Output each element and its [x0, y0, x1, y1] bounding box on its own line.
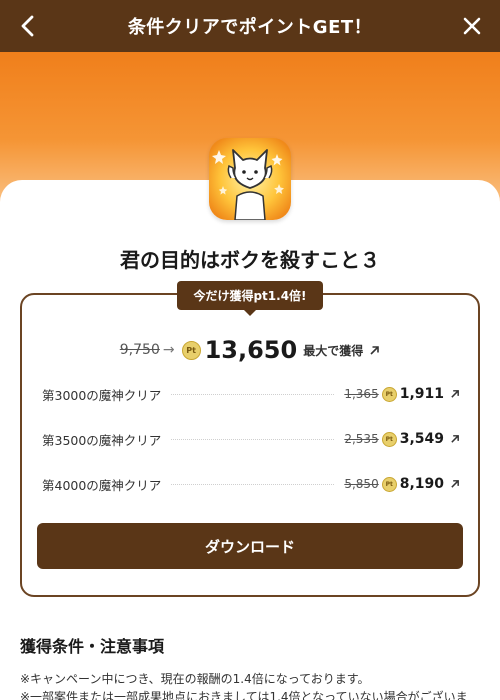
task-old-points: 1,365 — [344, 387, 379, 401]
point-coin-icon: Pt — [181, 340, 201, 360]
task-row: 第4000の魔神クリア 5,850 Pt 8,190 — [42, 474, 460, 494]
point-coin-icon: Pt — [381, 431, 397, 447]
arrow-right-icon: → — [162, 342, 175, 358]
close-button[interactable] — [458, 12, 486, 40]
external-link-icon — [451, 390, 459, 398]
task-row: 第3000の魔神クリア 1,365 Pt 1,911 — [42, 384, 460, 404]
external-link-icon — [451, 435, 459, 443]
old-total-points: 9,750 — [119, 342, 160, 358]
max-earn-label: 最大で獲得 — [303, 343, 364, 358]
task-row: 第3500の魔神クリア 2,535 Pt 3,549 — [42, 429, 460, 449]
app-icon — [209, 138, 291, 220]
task-new-points: 3,549 — [399, 431, 444, 447]
task-old-points: 2,535 — [344, 432, 379, 446]
point-coin-icon: Pt — [381, 386, 397, 402]
app-name: 君の目的はボクを殺すこと３ — [120, 248, 380, 272]
condition-note: ※キャンペーン中につき、現在の報酬の1.4倍になっております。 — [20, 672, 370, 686]
task-name: 第3000の魔神クリア — [42, 387, 162, 403]
dotted-leader — [171, 438, 335, 440]
external-link-icon — [370, 345, 380, 355]
conditions-title: 獲得条件・注意事項 — [20, 637, 165, 656]
condition-note: ※一部案件または一部成果地点におきましては1.4倍となっていない場合がございま — [20, 690, 468, 700]
dotted-leader — [171, 483, 335, 485]
task-name: 第3500の魔神クリア — [42, 432, 162, 448]
new-total-points: 13,650 — [204, 336, 298, 364]
task-new-points: 8,190 — [399, 476, 444, 492]
download-button[interactable]: ダウンロード — [37, 523, 463, 569]
bonus-badge: 今だけ獲得pt1.4倍! — [177, 281, 323, 316]
total-reward: 9,750 → Pt 13,650 最大で獲得 — [0, 336, 500, 364]
task-old-points: 5,850 — [344, 477, 379, 491]
point-coin-icon: Pt — [381, 476, 397, 492]
task-new-points: 1,911 — [399, 386, 444, 402]
dotted-leader — [171, 393, 335, 395]
task-name: 第4000の魔神クリア — [42, 477, 162, 493]
page-title: 条件クリアでポイントGET！ — [127, 17, 373, 38]
close-icon — [463, 17, 481, 35]
external-link-icon — [451, 480, 459, 488]
chevron-left-icon — [21, 15, 34, 37]
header-bar: 条件クリアでポイントGET！ — [0, 0, 500, 52]
back-button[interactable] — [14, 12, 42, 40]
